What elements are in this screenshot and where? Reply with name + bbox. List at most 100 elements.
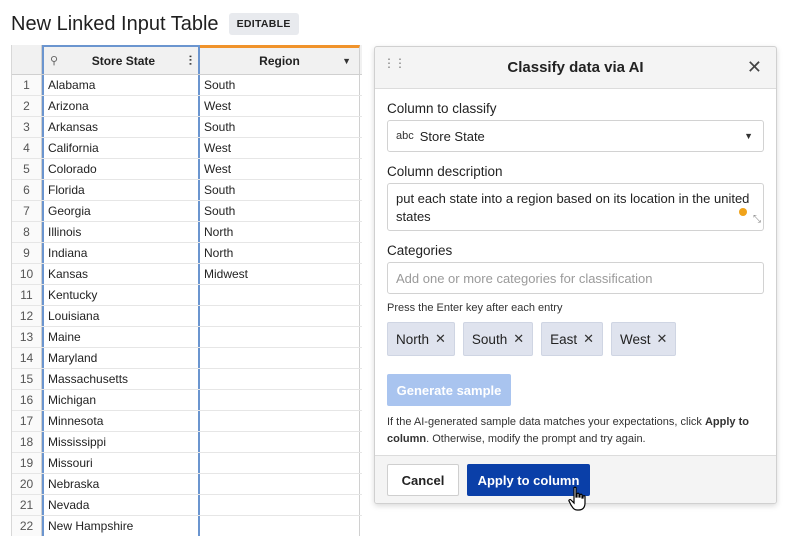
cell-region[interactable] <box>200 411 360 431</box>
sort-icon[interactable]: ⫶ <box>189 53 192 69</box>
category-chip: East ✕ <box>541 322 604 356</box>
category-chips: North ✕ South ✕ East ✕ West ✕ <box>387 322 764 356</box>
category-chip: North ✕ <box>387 322 455 356</box>
cell-store-state[interactable]: Illinois <box>42 222 200 242</box>
row-number: 9 <box>12 243 42 263</box>
classify-dialog: ⋮⋮ Classify data via AI ✕ Column to clas… <box>374 46 777 504</box>
status-dot-icon <box>739 208 747 216</box>
cell-store-state[interactable]: Nevada <box>42 495 200 515</box>
cell-region[interactable] <box>200 516 360 536</box>
cell-store-state[interactable]: Minnesota <box>42 411 200 431</box>
cell-region[interactable]: South <box>200 117 360 137</box>
cell-store-state[interactable]: Michigan <box>42 390 200 410</box>
cell-region[interactable] <box>200 327 360 347</box>
row-number: 4 <box>12 138 42 158</box>
column-select[interactable]: abc Store State ▼ <box>387 120 764 152</box>
dialog-title: Classify data via AI <box>507 59 644 76</box>
cell-store-state[interactable]: Nebraska <box>42 474 200 494</box>
description-field[interactable]: put each state into a region based on it… <box>387 183 764 231</box>
resize-handle-icon[interactable]: ⤡ <box>753 211 761 229</box>
dialog-body: Column to classify abc Store State ▼ Col… <box>375 89 776 455</box>
cell-store-state[interactable]: Missouri <box>42 453 200 473</box>
chevron-down-icon[interactable]: ▼ <box>342 56 351 66</box>
remove-category-icon[interactable]: ✕ <box>583 331 594 347</box>
row-number: 22 <box>12 516 42 536</box>
cell-store-state[interactable]: Arizona <box>42 96 200 116</box>
cell-region[interactable] <box>200 495 360 515</box>
row-number: 11 <box>12 285 42 305</box>
row-number: 10 <box>12 264 42 284</box>
cell-region[interactable] <box>200 348 360 368</box>
cell-store-state[interactable]: Maryland <box>42 348 200 368</box>
cell-store-state[interactable]: Florida <box>42 180 200 200</box>
row-number: 14 <box>12 348 42 368</box>
cell-region[interactable] <box>200 285 360 305</box>
cell-store-state[interactable]: Georgia <box>42 201 200 221</box>
column-header-region[interactable]: Region ▼ <box>200 45 360 74</box>
cell-region[interactable] <box>200 453 360 473</box>
cell-region[interactable] <box>200 306 360 326</box>
table-row: 4 California West <box>12 138 362 159</box>
row-number: 12 <box>12 306 42 326</box>
category-chip-label: North <box>396 331 430 347</box>
cell-region[interactable]: North <box>200 222 360 242</box>
category-chip-label: South <box>471 331 508 347</box>
cell-store-state[interactable]: Massachusetts <box>42 369 200 389</box>
row-number: 7 <box>12 201 42 221</box>
remove-category-icon[interactable]: ✕ <box>513 331 524 347</box>
cell-region[interactable]: West <box>200 159 360 179</box>
cell-store-state[interactable]: Maine <box>42 327 200 347</box>
cell-store-state[interactable]: Mississippi <box>42 432 200 452</box>
table-header: ⚲ Store State ⫶ Region ▼ <box>12 45 362 75</box>
cell-region[interactable]: South <box>200 180 360 200</box>
cancel-button[interactable]: Cancel <box>387 464 459 496</box>
row-number: 3 <box>12 117 42 137</box>
cell-store-state[interactable]: Alabama <box>42 75 200 95</box>
categories-placeholder: Add one or more categories for classific… <box>396 270 653 286</box>
row-number: 2 <box>12 96 42 116</box>
description-label: Column description <box>387 164 503 179</box>
row-number-header <box>12 45 42 74</box>
cell-store-state[interactable]: Indiana <box>42 243 200 263</box>
category-chip-label: West <box>620 331 651 347</box>
table-row: 22 New Hampshire <box>12 516 362 536</box>
table-row: 3 Arkansas South <box>12 117 362 138</box>
cell-region[interactable] <box>200 432 360 452</box>
cell-region[interactable]: North <box>200 243 360 263</box>
hand-cursor-icon <box>568 486 586 511</box>
row-number: 20 <box>12 474 42 494</box>
cell-store-state[interactable]: Arkansas <box>42 117 200 137</box>
cell-region[interactable]: Midwest <box>200 264 360 284</box>
cell-region[interactable]: South <box>200 201 360 221</box>
cell-region[interactable] <box>200 369 360 389</box>
cell-store-state[interactable]: Kansas <box>42 264 200 284</box>
cell-store-state[interactable]: New Hampshire <box>42 516 200 536</box>
note-text: . Otherwise, modify the prompt and try a… <box>426 433 646 445</box>
cell-region[interactable]: West <box>200 138 360 158</box>
chevron-down-icon: ▼ <box>744 131 753 141</box>
categories-input[interactable]: Add one or more categories for classific… <box>387 262 764 294</box>
remove-category-icon[interactable]: ✕ <box>435 331 446 347</box>
cell-region[interactable]: West <box>200 96 360 116</box>
table-row: 10 Kansas Midwest <box>12 264 362 285</box>
table-row: 9 Indiana North <box>12 243 362 264</box>
cell-store-state[interactable]: Louisiana <box>42 306 200 326</box>
table-row: 18 Mississippi <box>12 432 362 453</box>
cell-store-state[interactable]: California <box>42 138 200 158</box>
cell-store-state[interactable]: Kentucky <box>42 285 200 305</box>
column-header-store-state[interactable]: ⚲ Store State ⫶ <box>42 45 200 74</box>
category-chip: West ✕ <box>611 322 677 356</box>
column-label: Column to classify <box>387 101 497 116</box>
table-row: 7 Georgia South <box>12 201 362 222</box>
close-icon[interactable]: ✕ <box>747 57 762 78</box>
note-text: If the AI-generated sample data matches … <box>387 416 705 428</box>
cell-region[interactable] <box>200 390 360 410</box>
remove-category-icon[interactable]: ✕ <box>657 331 668 347</box>
table-row: 20 Nebraska <box>12 474 362 495</box>
cell-region[interactable] <box>200 474 360 494</box>
cell-region[interactable]: South <box>200 75 360 95</box>
dialog-header: ⋮⋮ Classify data via AI ✕ <box>375 47 776 89</box>
cell-store-state[interactable]: Colorado <box>42 159 200 179</box>
drag-handle-icon[interactable]: ⋮⋮ <box>383 57 406 69</box>
generate-sample-button[interactable]: Generate sample <box>387 374 511 406</box>
